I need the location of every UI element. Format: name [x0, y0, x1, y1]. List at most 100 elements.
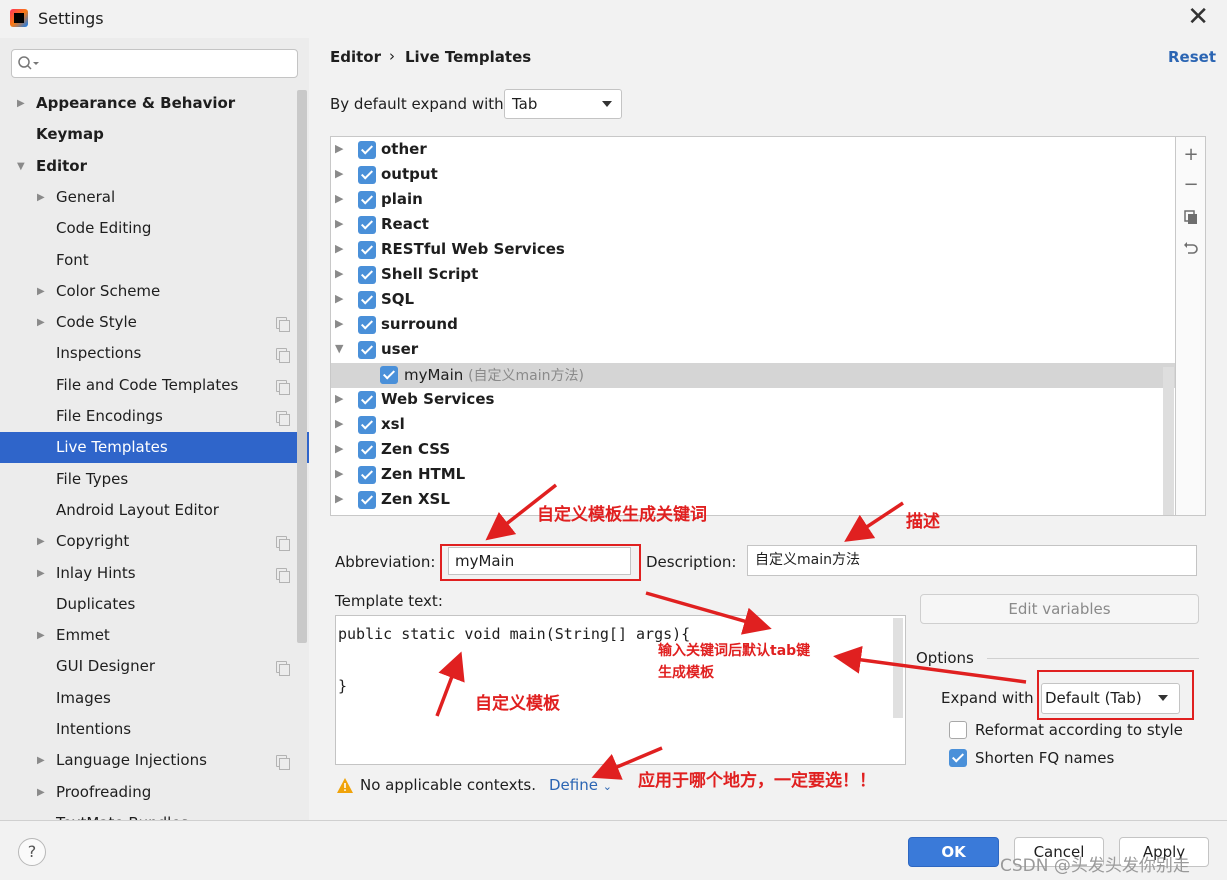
chevron-right-icon[interactable]: ▶ — [335, 317, 343, 330]
chevron-right-icon[interactable]: ▶ — [335, 142, 343, 155]
search-input[interactable] — [11, 49, 298, 78]
template-checkbox[interactable] — [358, 440, 376, 459]
template-text-scrollbar[interactable] — [893, 618, 903, 718]
chevron-right-icon[interactable]: ▶ — [335, 192, 343, 205]
ok-button[interactable]: OK — [908, 837, 999, 867]
sidebar-item[interactable]: ▶ Copyright — [0, 526, 309, 557]
template-group[interactable]: ▶ Web Services — [331, 388, 1175, 413]
template-checkbox[interactable] — [358, 340, 376, 359]
sidebar-item[interactable]: File Encodings — [0, 401, 309, 432]
chevron-right-icon[interactable]: ▶ — [335, 392, 343, 405]
reset-link[interactable]: Reset — [1168, 48, 1216, 66]
template-checkbox[interactable] — [358, 390, 376, 409]
template-checkbox[interactable] — [358, 190, 376, 209]
breadcrumb-root[interactable]: Editor — [330, 48, 381, 66]
sidebar-item[interactable]: Android Layout Editor — [0, 495, 309, 526]
template-checkbox[interactable] — [358, 290, 376, 309]
template-group[interactable]: ▶ Zen CSS — [331, 438, 1175, 463]
sidebar-item[interactable]: File and Code Templates — [0, 370, 309, 401]
template-group[interactable]: ▶ surround — [331, 313, 1175, 338]
sidebar-item[interactable]: ▶ Code Style — [0, 307, 309, 338]
chevron-right-icon[interactable]: ▶ — [17, 88, 25, 119]
template-checkbox[interactable] — [358, 140, 376, 159]
template-checkbox[interactable] — [358, 265, 376, 284]
sidebar-item[interactable]: Font — [0, 245, 309, 276]
chevron-right-icon[interactable]: ▶ — [37, 745, 45, 776]
sidebar-item[interactable]: Images — [0, 683, 309, 714]
chevron-right-icon[interactable]: ▶ — [335, 292, 343, 305]
sidebar-scrollbar[interactable] — [297, 90, 307, 643]
template-group[interactable]: ▶ output — [331, 163, 1175, 188]
chevron-right-icon[interactable]: ▶ — [335, 442, 343, 455]
template-item[interactable]: myMain (自定义main方法) — [331, 362, 1175, 388]
template-text-editor[interactable]: public static void main(String[] args){ … — [335, 615, 906, 765]
help-button[interactable]: ? — [18, 838, 46, 866]
chevron-down-icon[interactable]: ▼ — [335, 342, 343, 355]
template-group[interactable]: ▶ RESTful Web Services — [331, 238, 1175, 263]
sidebar-item[interactable]: ▶ Color Scheme — [0, 276, 309, 307]
template-tree-scrollbar[interactable] — [1163, 367, 1174, 515]
default-expand-select[interactable]: Tab — [504, 89, 622, 119]
template-group[interactable]: ▶ SQL — [331, 288, 1175, 313]
chevron-down-icon[interactable]: ▼ — [17, 151, 25, 182]
template-checkbox[interactable] — [358, 415, 376, 434]
template-checkbox[interactable] — [358, 315, 376, 334]
sidebar-item[interactable]: ▶ General — [0, 182, 309, 213]
chevron-right-icon[interactable]: ▶ — [37, 777, 45, 808]
reformat-checkbox[interactable] — [949, 721, 967, 739]
sidebar-item[interactable]: Duplicates — [0, 589, 309, 620]
chevron-right-icon[interactable]: ▶ — [37, 526, 45, 557]
template-checkbox[interactable] — [358, 490, 376, 509]
undo-icon[interactable] — [1181, 239, 1201, 259]
chevron-right-icon[interactable]: ▶ — [37, 620, 45, 651]
template-group[interactable]: ▶ React — [331, 213, 1175, 238]
shorten-fq-checkbox[interactable] — [949, 749, 967, 767]
sidebar-item[interactable]: ▶ Proofreading — [0, 777, 309, 808]
chevron-right-icon[interactable]: ▶ — [37, 558, 45, 589]
edit-variables-button[interactable]: Edit variables — [920, 594, 1199, 624]
copy-icon[interactable] — [1181, 207, 1201, 227]
sidebar-item[interactable]: ▶ Appearance & Behavior — [0, 88, 309, 119]
chevron-right-icon[interactable]: ▶ — [37, 182, 45, 213]
template-checkbox[interactable] — [358, 465, 376, 484]
sidebar-item[interactable]: ▶ Language Injections — [0, 745, 309, 776]
description-input[interactable]: 自定义main方法 — [747, 545, 1197, 576]
template-group[interactable]: ▶ Zen HTML — [331, 463, 1175, 488]
sidebar-item[interactable]: Live Templates — [0, 432, 309, 464]
sidebar-item[interactable]: ▶ Inlay Hints — [0, 558, 309, 589]
define-link-label[interactable]: Define — [549, 776, 598, 794]
chevron-right-icon[interactable]: ▶ — [335, 242, 343, 255]
sidebar-item[interactable]: TextMate Bundles — [0, 808, 309, 820]
define-context-link[interactable]: Define ⌄ — [549, 776, 612, 794]
chevron-right-icon[interactable]: ▶ — [335, 417, 343, 430]
sidebar-item[interactable]: ▶ Emmet — [0, 620, 309, 651]
sidebar-item[interactable]: Intentions — [0, 714, 309, 745]
shorten-fq-label[interactable]: Shorten FQ names — [975, 749, 1114, 767]
reformat-label[interactable]: Reformat according to style — [975, 721, 1183, 739]
template-group[interactable]: ▶ Shell Script — [331, 263, 1175, 288]
chevron-right-icon[interactable]: ▶ — [335, 492, 343, 505]
chevron-right-icon[interactable]: ▶ — [37, 307, 45, 338]
template-checkbox[interactable] — [358, 240, 376, 259]
chevron-right-icon[interactable]: ▶ — [335, 467, 343, 480]
sidebar-item[interactable]: ▼ Editor — [0, 151, 309, 182]
template-checkbox[interactable] — [380, 365, 398, 384]
sidebar-item[interactable]: GUI Designer — [0, 651, 309, 682]
remove-icon[interactable]: − — [1181, 175, 1201, 195]
template-group[interactable]: ▶ plain — [331, 188, 1175, 213]
sidebar-item[interactable]: Keymap — [0, 119, 309, 150]
sidebar-item[interactable]: File Types — [0, 464, 309, 495]
template-group[interactable]: ▶ other — [331, 138, 1175, 163]
template-group[interactable]: ▶ xsl — [331, 413, 1175, 438]
sidebar-item[interactable]: Code Editing — [0, 213, 309, 244]
sidebar-item[interactable]: Inspections — [0, 338, 309, 369]
template-checkbox[interactable] — [358, 165, 376, 184]
close-icon[interactable]: ✕ — [1187, 4, 1209, 30]
chevron-right-icon[interactable]: ▶ — [335, 267, 343, 280]
chevron-right-icon[interactable]: ▶ — [335, 167, 343, 180]
template-checkbox[interactable] — [358, 215, 376, 234]
add-icon[interactable]: + — [1181, 145, 1201, 165]
chevron-right-icon[interactable]: ▶ — [37, 276, 45, 307]
template-group[interactable]: ▼ user — [331, 338, 1175, 363]
chevron-right-icon[interactable]: ▶ — [335, 217, 343, 230]
